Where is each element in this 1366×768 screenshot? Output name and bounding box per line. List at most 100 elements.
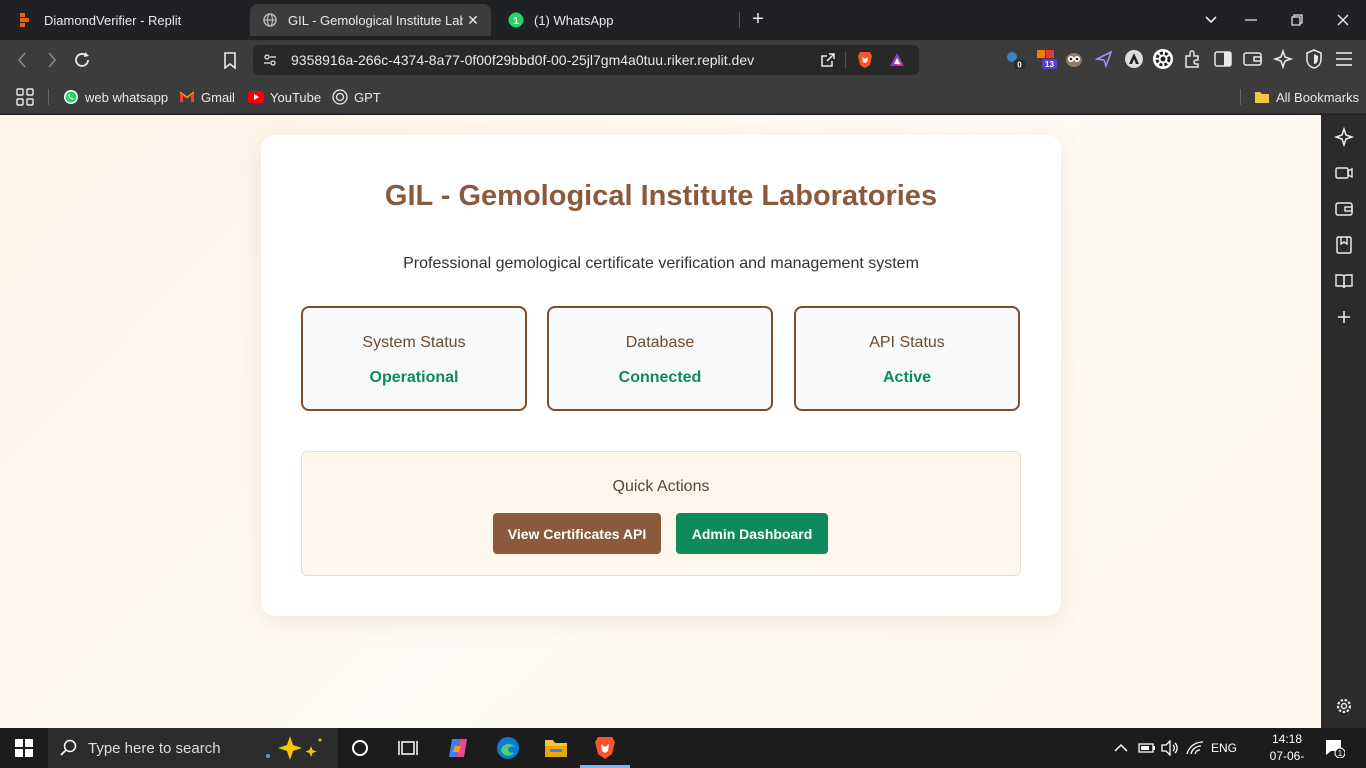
- folder-icon: [1254, 89, 1270, 105]
- sidebar-toggle-icon[interactable]: [1212, 48, 1234, 70]
- wifi-icon[interactable]: [1186, 728, 1204, 768]
- reading-list-icon[interactable]: [1333, 270, 1355, 292]
- bookmark-web-whatsapp[interactable]: web whatsapp: [63, 86, 168, 108]
- address-bar[interactable]: 9358916a-266c-4374-8a77-0f00f29bbd0f-00-…: [253, 45, 919, 75]
- vpn-shield-icon[interactable]: [1303, 48, 1325, 70]
- extension-badge: 0: [1017, 61, 1022, 70]
- minimize-icon[interactable]: [1237, 6, 1265, 34]
- apps-grid-icon[interactable]: [16, 86, 34, 108]
- bookmark-divider: [48, 89, 49, 105]
- restore-icon[interactable]: [1283, 6, 1311, 34]
- copilot-sparkles-icon: [262, 734, 324, 767]
- bookmark-label: GPT: [354, 89, 381, 105]
- close-tab-icon[interactable]: ✕: [465, 12, 481, 28]
- tab-gil-active[interactable]: GIL - Gemological Institute Laboratories…: [250, 4, 491, 36]
- tab-search-chevron-icon[interactable]: [1197, 6, 1225, 34]
- bookmarks-bar: web whatsapp Gmail YouTube GPT All Bookm…: [0, 80, 1366, 114]
- bookmark-label: Gmail: [201, 89, 235, 105]
- search-placeholder: Type here to search: [88, 739, 221, 757]
- stat-value: Active: [882, 369, 932, 386]
- tab-whatsapp[interactable]: 1 (1) WhatsApp: [496, 4, 736, 36]
- panel-settings-gear-icon[interactable]: [1333, 695, 1355, 717]
- page-viewport: GIL - Gemological Institute Laboratories…: [0, 115, 1321, 728]
- leo-sparkle-icon[interactable]: [1333, 126, 1355, 148]
- reload-icon[interactable]: [70, 48, 94, 72]
- taskbar-search-box[interactable]: Type here to search: [48, 728, 338, 768]
- tray-chevron-icon[interactable]: [1114, 728, 1128, 768]
- edge-browser-icon[interactable]: [494, 734, 522, 762]
- send-extension-icon[interactable]: [1093, 48, 1115, 70]
- extension-1-icon[interactable]: 0: [1004, 48, 1026, 70]
- wallet-panel-icon[interactable]: [1333, 198, 1355, 220]
- stat-label: Database: [625, 334, 695, 351]
- tab-separator: [739, 12, 740, 28]
- new-tab-plus-icon[interactable]: +: [746, 8, 770, 32]
- stat-value: Operational: [369, 369, 459, 386]
- battery-icon[interactable]: [1138, 728, 1156, 768]
- task-view-icon[interactable]: [394, 734, 422, 762]
- clock-time: 14:18: [1271, 732, 1303, 746]
- share-icon[interactable]: [819, 51, 837, 74]
- browser-tab-strip: DiamondVerifier - Replit GIL - Gemologic…: [0, 0, 1366, 40]
- all-bookmarks-label: All Bookmarks: [1276, 89, 1360, 105]
- database-status-card: Database Connected: [547, 306, 773, 411]
- bookmark-divider: [1240, 89, 1241, 105]
- api-status-card: API Status Active: [794, 306, 1020, 411]
- system-status-card: System Status Operational: [301, 306, 527, 411]
- bookmark-youtube[interactable]: YouTube: [248, 86, 321, 108]
- stat-value: Connected: [618, 369, 702, 386]
- owl-extension-icon[interactable]: [1063, 48, 1085, 70]
- search-icon: [60, 739, 78, 762]
- replit-icon: [18, 12, 34, 28]
- url-text: 9358916a-266c-4374-8a77-0f00f29bbd0f-00-…: [291, 52, 755, 68]
- notification-center-icon[interactable]: 1: [1325, 728, 1345, 768]
- bookmark-gpt[interactable]: GPT: [332, 86, 381, 108]
- copilot-app-icon[interactable]: [444, 734, 472, 762]
- bookmark-gmail[interactable]: Gmail: [179, 86, 235, 108]
- settings-extension-icon[interactable]: [1152, 48, 1174, 70]
- stat-label: System Status: [362, 334, 466, 351]
- puzzle-extensions-icon[interactable]: [1182, 48, 1204, 70]
- video-call-icon[interactable]: [1333, 162, 1355, 184]
- volume-icon[interactable]: [1161, 728, 1179, 768]
- brave-rewards-icon[interactable]: [889, 52, 905, 73]
- main-card: GIL - Gemological Institute Laboratories…: [261, 135, 1061, 616]
- bookmark-icon[interactable]: [218, 48, 242, 72]
- windows-start-icon[interactable]: [10, 734, 38, 762]
- windows-taskbar: Type here to search ENG 14:18 07-06-2025…: [0, 728, 1366, 768]
- openai-icon: [332, 89, 348, 105]
- extension-2-icon[interactable]: 13: [1036, 48, 1058, 70]
- cortana-circle-icon[interactable]: [346, 734, 374, 762]
- globe-icon: [262, 12, 278, 28]
- tab-title: (1) WhatsApp: [534, 12, 614, 28]
- browser-side-panel: [1321, 115, 1366, 728]
- notification-count: 1: [1338, 749, 1343, 758]
- tab-diamondverifier-replit[interactable]: DiamondVerifier - Replit: [6, 4, 246, 36]
- brave-taskbar-icon[interactable]: [591, 734, 619, 762]
- aria-extension-icon[interactable]: [1123, 48, 1145, 70]
- file-explorer-icon[interactable]: [542, 734, 570, 762]
- youtube-icon: [248, 89, 264, 105]
- page-subtitle: Professional gemological certificate ver…: [403, 255, 919, 272]
- clock-date: 07-06-2025: [1269, 749, 1305, 768]
- tab-title: DiamondVerifier - Replit: [44, 12, 182, 28]
- site-settings-icon[interactable]: [263, 53, 277, 72]
- all-bookmarks-folder[interactable]: All Bookmarks: [1254, 86, 1359, 108]
- bookmarks-panel-icon[interactable]: [1333, 234, 1355, 256]
- gmail-icon: [179, 89, 195, 105]
- brave-shields-icon[interactable]: [857, 51, 873, 74]
- admin-dashboard-button[interactable]: Admin Dashboard: [676, 513, 828, 554]
- close-window-icon[interactable]: [1329, 6, 1357, 34]
- view-certificates-api-button[interactable]: View Certificates API: [493, 513, 661, 554]
- wallet-icon[interactable]: [1242, 48, 1264, 70]
- stat-label: API Status: [869, 334, 945, 351]
- leo-ai-icon[interactable]: [1272, 48, 1294, 70]
- add-panel-plus-icon[interactable]: [1333, 306, 1355, 328]
- forward-arrow-icon[interactable]: [40, 48, 64, 72]
- back-arrow-icon[interactable]: [10, 48, 34, 72]
- language-indicator[interactable]: ENG: [1211, 728, 1237, 768]
- quick-actions-title: Quick Actions: [612, 478, 710, 495]
- whatsapp-icon: [63, 89, 79, 105]
- menu-hamburger-icon[interactable]: [1333, 48, 1355, 70]
- system-clock[interactable]: 14:18 07-06-2025: [1262, 731, 1312, 768]
